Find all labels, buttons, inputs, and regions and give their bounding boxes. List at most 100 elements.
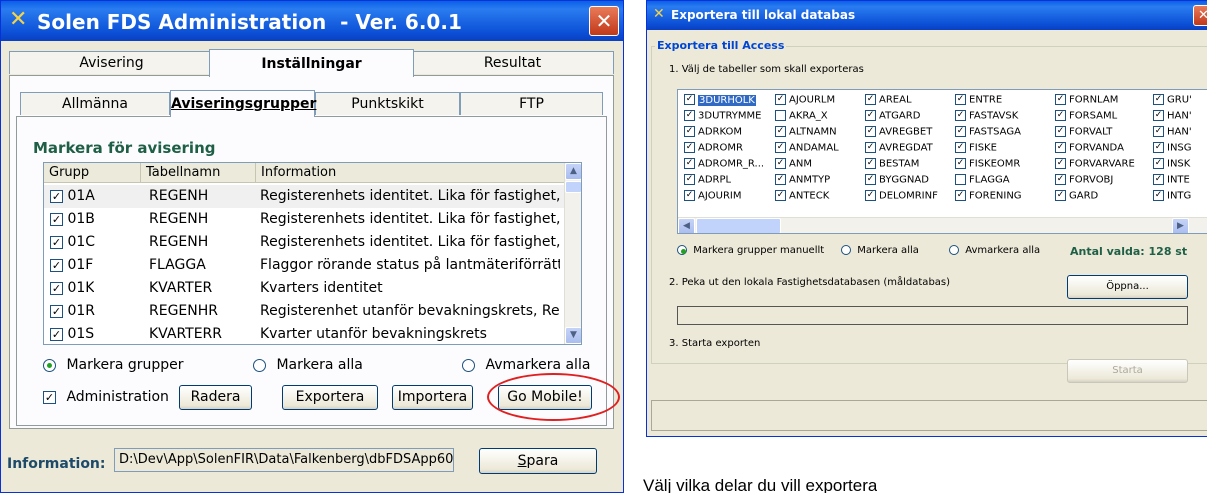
radio-avmarkera-alla[interactable]: Avmarkera alla — [949, 245, 1040, 256]
info-path-field[interactable]: D:\Dev\App\SolenFIR\Data\Falkenberg\dbFD… — [114, 448, 454, 472]
table-checkbox-item[interactable]: ✓ ATGARD — [865, 110, 920, 123]
radio-on-icon[interactable] — [677, 245, 687, 255]
scroll-thumb[interactable] — [696, 218, 781, 233]
checkbox-checked-icon[interactable]: ✓ — [865, 110, 876, 121]
row-grupp[interactable]: ✓ 01B — [50, 208, 95, 231]
table-checkbox-item[interactable]: ✓ GRU' — [1153, 94, 1192, 107]
table-list[interactable]: ✓ 3DURHOLK ✓ 3DUTRYMME ✓ ADRKOM ✓ ADROMR ✓ ADROMR… — [677, 89, 1207, 234]
table-checkbox-item[interactable]: ✓ FORVOBJ — [1055, 174, 1113, 187]
checkbox-unchecked-icon[interactable] — [955, 174, 966, 185]
table-checkbox-item[interactable]: ✓ FORENING — [955, 190, 1022, 203]
checkbox-checked-icon[interactable]: ✓ — [775, 126, 786, 137]
h-scrollbar[interactable]: ◀ ▶ — [678, 217, 1207, 233]
radio-on-icon[interactable] — [43, 358, 56, 372]
table-row[interactable]: ✓ 01F FLAGGA Flaggor rörande status på lan… — [44, 254, 564, 277]
spara-button[interactable]: Spara — [479, 448, 597, 474]
checkbox-checked-icon[interactable]: ✓ — [1055, 126, 1066, 137]
table-row[interactable]: ✓ 01S KVARTERR Kvarter utanför bevakningsk… — [44, 323, 564, 344]
checkbox-checked-icon[interactable]: ✓ — [684, 110, 695, 121]
table-row[interactable]: ✓ 01A REGENH Registerenhets identitet. Lik… — [44, 185, 564, 208]
checkbox-checked-icon[interactable]: ✓ — [865, 174, 876, 185]
radio-off-icon[interactable] — [949, 245, 959, 255]
scroll-down-icon[interactable]: ▼ — [565, 327, 581, 344]
tab-aviseringsgrupper[interactable]: Aviseringsgrupper — [170, 90, 316, 117]
radio-off-icon[interactable] — [253, 358, 266, 372]
checkbox-checked-icon[interactable]: ✓ — [775, 190, 786, 201]
checkbox-checked-icon[interactable]: ✓ — [955, 158, 966, 169]
table-checkbox-item[interactable]: ✓ INSG — [1153, 142, 1192, 155]
scroll-up-icon[interactable]: ▲ — [565, 163, 581, 180]
checkbox-checked-icon[interactable]: ✓ — [684, 94, 695, 105]
table-checkbox-item[interactable]: ✓ 3DUTRYMME — [684, 110, 761, 123]
table-row[interactable]: ✓ 01C REGENH Registerenhets identitet. Lik… — [44, 231, 564, 254]
checkbox-checked-icon[interactable]: ✓ — [865, 158, 876, 169]
checkbox-checked-icon[interactable]: ✓ — [1153, 94, 1164, 105]
row-grupp[interactable]: ✓ 01R — [50, 300, 95, 323]
table-checkbox-item[interactable]: ✓ INSK — [1153, 158, 1190, 171]
checkbox-checked-icon[interactable]: ✓ — [955, 142, 966, 153]
table-checkbox-item[interactable]: ✓ FASTSAGA — [955, 126, 1021, 139]
checkbox-checked-icon[interactable]: ✓ — [865, 190, 876, 201]
table-checkbox-item[interactable]: ✓ ADRKOM — [684, 126, 742, 139]
checkbox-checked-icon[interactable]: ✓ — [865, 126, 876, 137]
open-button[interactable]: Öppna... — [1067, 275, 1188, 299]
table-checkbox-item[interactable]: ✓ AVREGBET — [865, 126, 932, 139]
row-grupp[interactable]: ✓ 01A — [50, 185, 95, 208]
tab-avisering[interactable]: Avisering — [9, 51, 214, 74]
table-row[interactable]: ✓ 01R REGENHR Registerenhet utanför bevakn… — [44, 300, 564, 323]
checkbox-checked-icon[interactable]: ✓ — [50, 189, 63, 203]
checkbox-checked-icon[interactable]: ✓ — [684, 142, 695, 153]
radio-markera-alla[interactable]: Markera alla — [253, 357, 363, 373]
checkbox-checked-icon[interactable]: ✓ — [955, 126, 966, 137]
table-checkbox-item[interactable]: ✓ 3DURHOLK — [684, 94, 756, 107]
table-checkbox-item[interactable]: ✓ ENTRE — [955, 94, 1002, 107]
tab-ftp[interactable]: FTP — [460, 92, 603, 115]
table-checkbox-item[interactable]: ✓ BESTAM — [865, 158, 919, 171]
start-button[interactable]: Starta — [1067, 359, 1188, 383]
table-checkbox-item[interactable]: ✓ INTG — [1153, 190, 1191, 203]
table-checkbox-item[interactable]: ✓ ADROMR_R... — [684, 158, 764, 171]
administration-checkbox[interactable]: ✓ Administration — [43, 389, 169, 405]
checkbox-checked-icon[interactable]: ✓ — [1055, 174, 1066, 185]
checkbox-checked-icon[interactable]: ✓ — [865, 142, 876, 153]
radera-button[interactable]: Radera — [179, 385, 252, 410]
radio-avmarkera-alla[interactable]: Avmarkera alla — [462, 357, 590, 373]
checkbox-checked-icon[interactable]: ✓ — [775, 174, 786, 185]
scroll-right-icon[interactable]: ▶ — [1172, 218, 1189, 233]
checkbox-checked-icon[interactable]: ✓ — [1055, 142, 1066, 153]
checkbox-checked-icon[interactable]: ✓ — [50, 327, 63, 341]
checkbox-checked-icon[interactable]: ✓ — [50, 304, 63, 318]
table-checkbox-item[interactable]: ✓ ADRPL — [684, 174, 731, 187]
table-checkbox-item[interactable]: ✓ ANTECK — [775, 190, 829, 203]
checkbox-checked-icon[interactable]: ✓ — [1055, 190, 1066, 201]
tab-allmanna[interactable]: Allmänna — [20, 92, 170, 115]
row-grupp[interactable]: ✓ 01S — [50, 323, 94, 344]
table-checkbox-item[interactable]: ✓ BYGGNAD — [865, 174, 929, 187]
table-checkbox-item[interactable]: ✓ FISKE — [955, 142, 997, 155]
table-checkbox-item[interactable]: ✓ AVREGDAT — [865, 142, 933, 155]
checkbox-checked-icon[interactable]: ✓ — [1153, 174, 1164, 185]
checkbox-checked-icon[interactable]: ✓ — [684, 126, 695, 137]
tab-installningar[interactable]: Inställningar — [209, 49, 414, 77]
scroll-left-icon[interactable]: ◀ — [678, 218, 695, 233]
checkbox-checked-icon[interactable]: ✓ — [1153, 158, 1164, 169]
tab-punktskikt[interactable]: Punktskikt — [315, 92, 460, 115]
checkbox-checked-icon[interactable]: ✓ — [1055, 158, 1066, 169]
importera-button[interactable]: Importera — [392, 385, 473, 410]
table-checkbox-item[interactable]: FLAGGA — [955, 174, 1010, 187]
table-checkbox-item[interactable]: ✓ FORVANDA — [1055, 142, 1124, 155]
radio-manuellt[interactable]: Markera grupper manuellt — [677, 245, 824, 256]
radio-off-icon[interactable] — [462, 358, 475, 372]
checkbox-checked-icon[interactable]: ✓ — [50, 212, 63, 226]
checkbox-checked-icon[interactable]: ✓ — [50, 235, 63, 249]
col-information[interactable]: Information — [256, 163, 564, 183]
table-checkbox-item[interactable]: ✓ AJOURLM — [775, 94, 835, 107]
close-button[interactable]: ✕ — [589, 6, 619, 36]
table-row[interactable]: ✓ 01K KVARTER Kvarters identitet — [44, 277, 564, 300]
radio-markera-grupper[interactable]: Markera grupper — [43, 357, 184, 373]
table-checkbox-item[interactable]: ✓ ADROMR — [684, 142, 743, 155]
checkbox-unchecked-icon[interactable] — [775, 110, 786, 121]
table-checkbox-item[interactable]: ✓ FISKEOMR — [955, 158, 1020, 171]
exportera-button[interactable]: Exportera — [282, 385, 378, 410]
table-checkbox-item[interactable]: ✓ INTE — [1153, 174, 1190, 187]
